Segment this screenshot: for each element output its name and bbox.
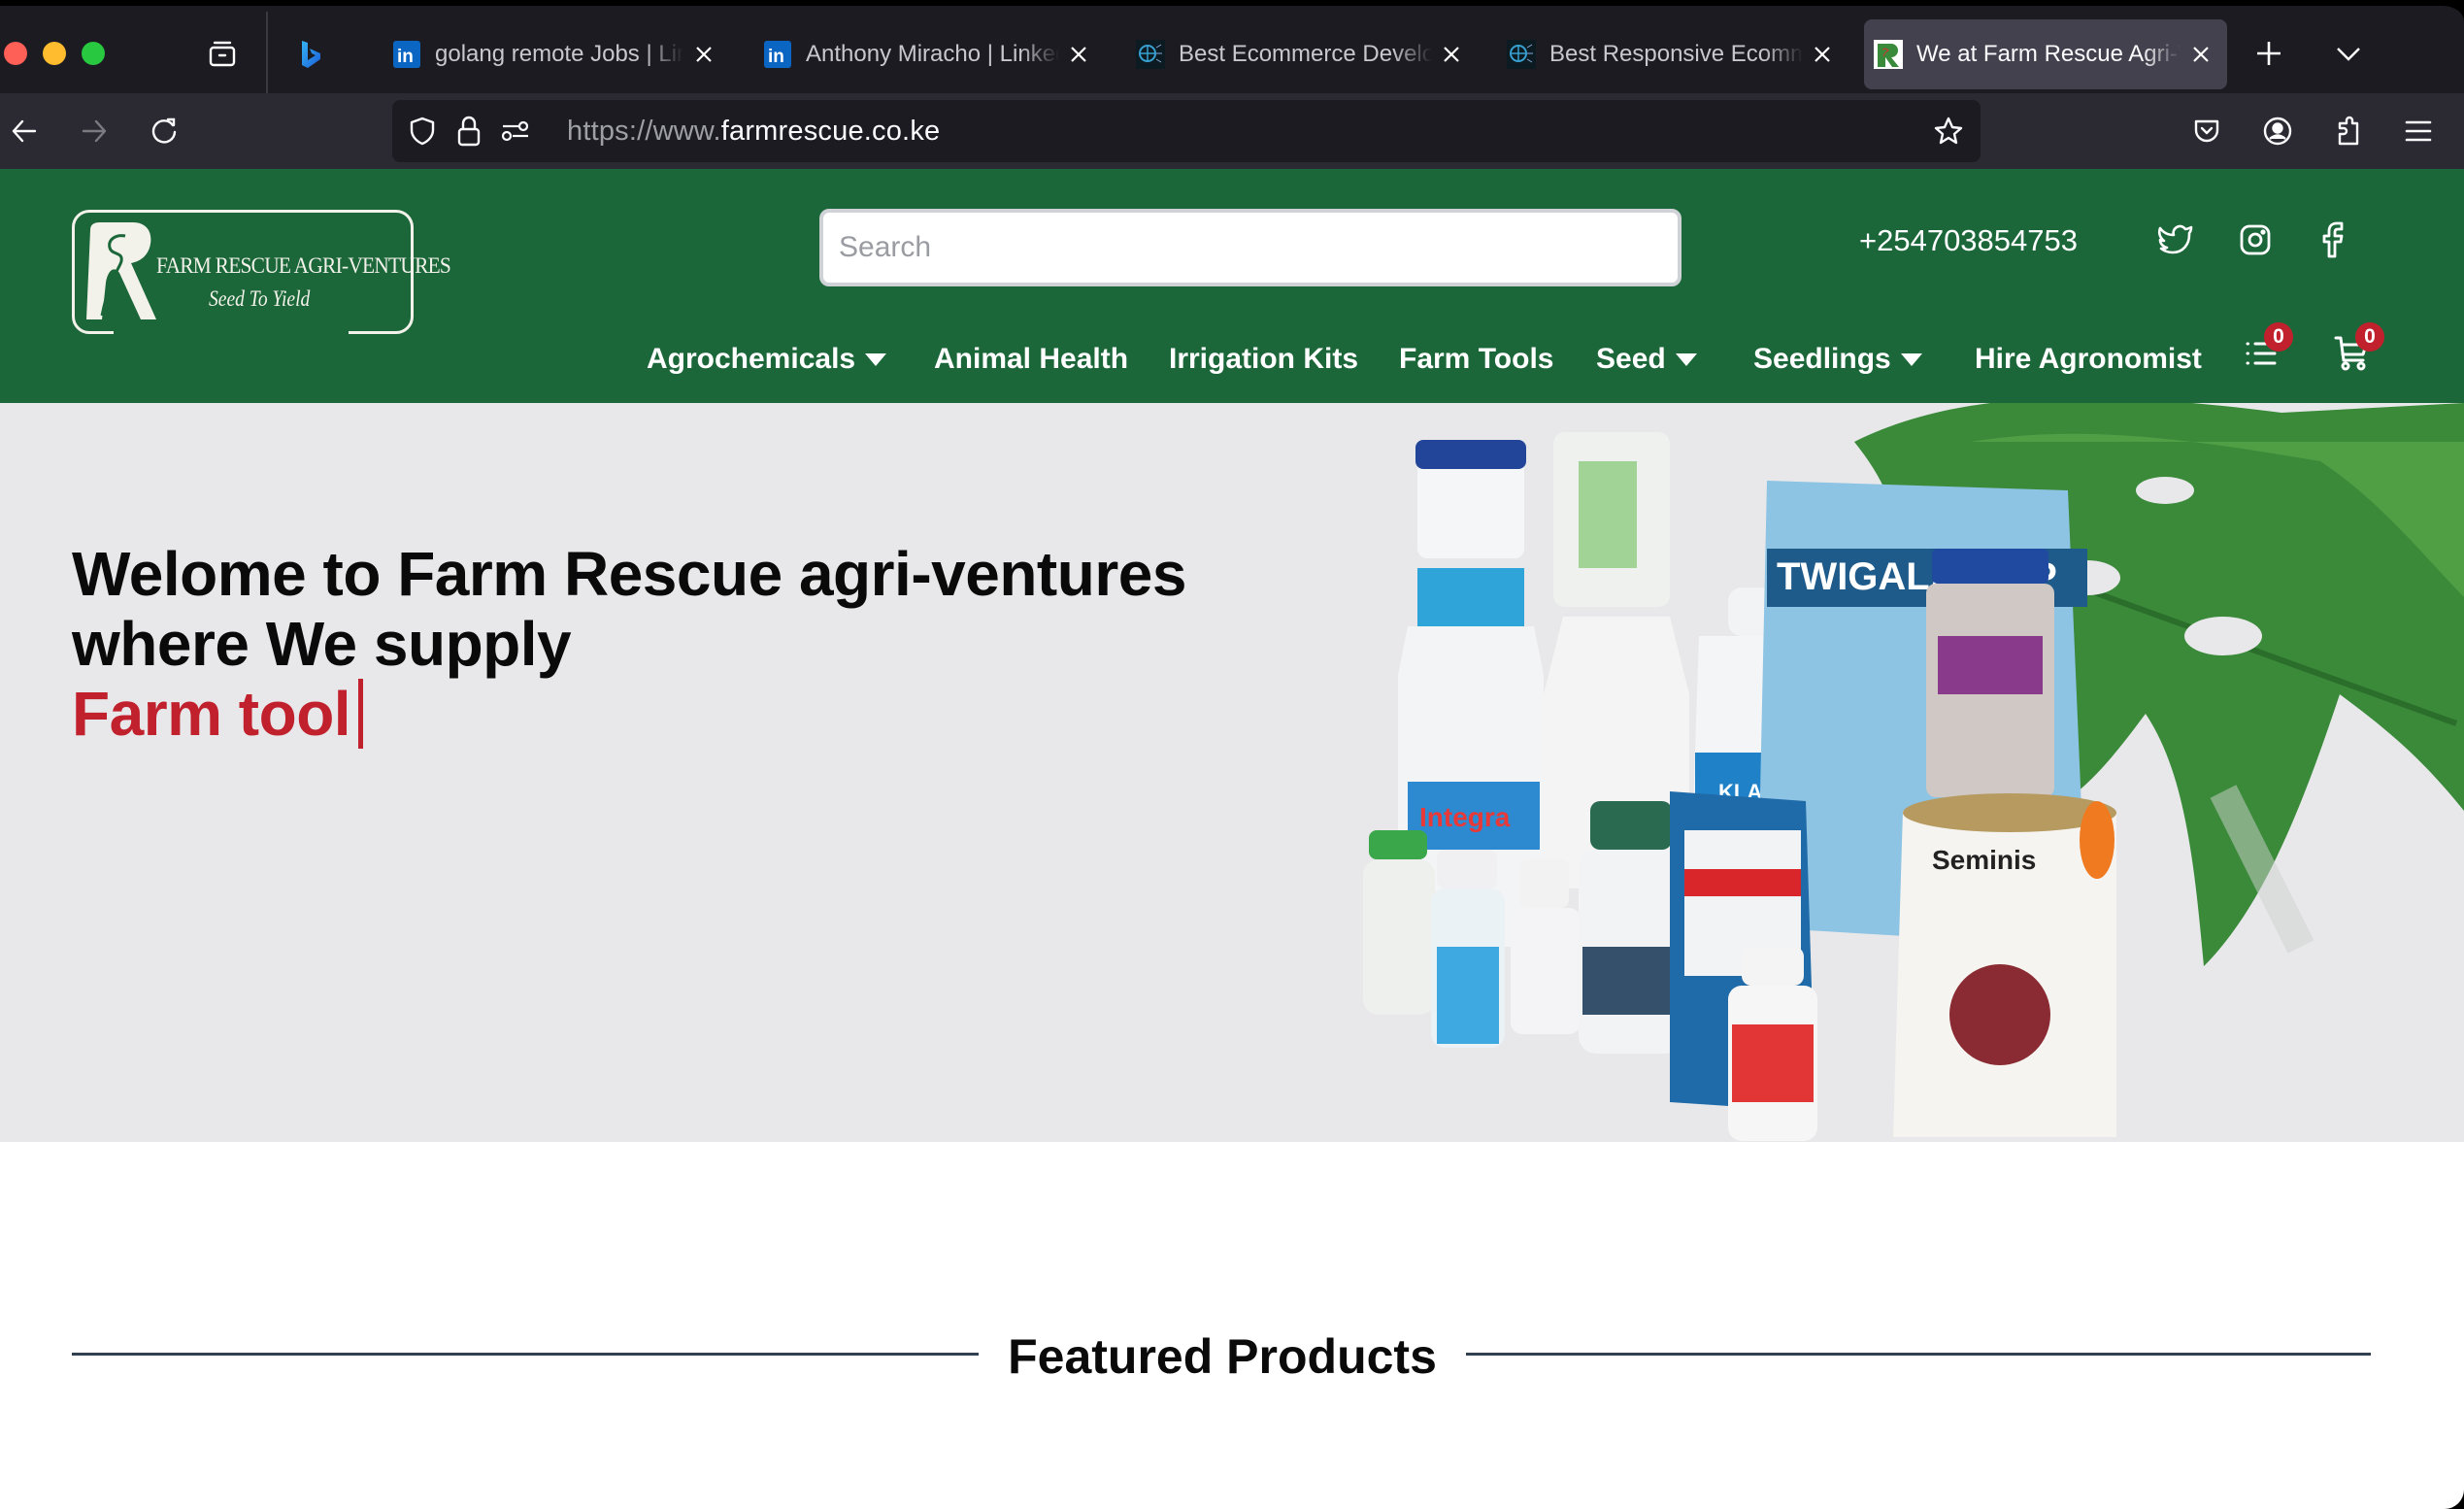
svg-text:in: in [397,47,414,67]
close-tab-icon[interactable] [1442,44,1462,65]
featured-products-heading: Featured Products [0,1328,2445,1385]
url-prefix: https://www. [567,116,721,147]
svg-text:Seminis: Seminis [1932,845,2036,875]
product-bottles: Integra KLASSIC 5%EC TWIGALAX WP [1363,432,2116,1141]
hero-heading-line-2: where We supply [72,609,572,679]
tab-title: We at Farm Rescue Agri-Ventures [1916,41,2181,68]
instagram-icon[interactable] [2235,219,2276,260]
logo-name: FARM RESCUE AGRI-VENTURES [156,253,451,278]
browser-tab-active[interactable]: We at Farm Rescue Agri-Ventures [1864,19,2227,89]
close-tab-icon[interactable] [693,44,715,65]
lock-icon[interactable] [452,115,485,148]
window-zoom-button[interactable] [82,42,105,65]
close-tab-icon[interactable] [1069,44,1089,65]
tab-title: Anthony Miracho | LinkedIn [806,41,1059,68]
wishlist-count-badge: 0 [2264,322,2293,352]
nav-label: Irrigation Kits [1169,343,1359,375]
hero-heading: Welome to Farm Rescue agri-ventures wher… [72,539,1186,679]
nav-label: Seed [1596,343,1666,375]
site-header: FARM RESCUE AGRI-VENTURES Seed To Yield … [0,169,2464,403]
nav-label: Hire Agronomist [1975,343,2202,375]
nav-label: Agrochemicals [647,343,856,375]
tab-title: Best Responsive Ecommerce [1549,41,1803,68]
bookmark-star-icon[interactable] [1932,115,1965,148]
logo-tagline: Seed To Yield [209,286,311,311]
new-tab-button[interactable] [2250,35,2287,72]
reload-button[interactable] [146,113,183,150]
phone-number[interactable]: +254703854753 [1859,223,2078,258]
account-icon[interactable] [2259,113,2296,150]
nav-label: Seedlings [1753,343,1891,375]
nav-item-irrigation-kits[interactable]: Irrigation Kits [1169,340,1358,379]
forward-button[interactable] [76,113,113,150]
facebook-icon[interactable] [2313,219,2353,260]
hero-heading-line-1: Welome to Farm Rescue agri-ventures [72,539,1186,609]
list-tabs-chevron-down-icon[interactable] [2330,35,2367,72]
twitter-icon[interactable] [2155,219,2196,260]
nav-item-hire-agronomist[interactable]: Hire Agronomist [1975,340,2202,379]
browser-tab[interactable]: in golang remote Jobs | LinkedIn [383,19,728,89]
nav-item-animal-health[interactable]: Animal Health [934,340,1128,379]
search-input[interactable] [819,209,1682,286]
globe-brand-icon [1136,40,1165,69]
shield-icon[interactable] [406,115,439,148]
tab-separator [266,12,268,97]
globe-brand-icon [1507,40,1536,69]
nav-item-seedlings[interactable]: Seedlings [1753,340,1922,379]
browser-tab[interactable]: Best Responsive Ecommerce [1497,19,1843,89]
svg-text:Integra: Integra [1419,802,1511,832]
app-menu-hamburger-icon[interactable] [2400,113,2437,150]
site-logo[interactable]: FARM RESCUE AGRI-VENTURES Seed To Yield [72,210,451,335]
featured-products-section: Featured Products [0,1315,2464,1392]
browser-tab-bar: in golang remote Jobs | LinkedIn in Anth… [0,0,2464,97]
nav-label: Farm Tools [1399,343,1554,375]
web-page: FARM RESCUE AGRI-VENTURES Seed To Yield … [0,169,2464,1509]
nav-label: Animal Health [934,343,1129,375]
hero-typed-text: Farm tool [72,679,364,749]
caret-down-icon [865,352,887,366]
hero-product-image: Integra KLASSIC 5%EC TWIGALAX WP [1363,403,2464,1141]
logo-r-icon [86,222,156,319]
nav-item-agrochemicals[interactable]: Agrochemicals [647,340,887,379]
logo-border-gap [114,329,349,335]
browser-tab[interactable]: Best Ecommerce Developer [1126,19,1472,89]
linkedin-icon: in [763,40,792,69]
tab-overview-icon[interactable] [204,35,241,72]
cart-count-badge: 0 [2355,322,2384,352]
close-tab-icon[interactable] [2190,44,2212,65]
caret-down-icon [1675,352,1697,366]
extensions-puzzle-icon[interactable] [2330,113,2367,150]
close-tab-icon[interactable] [1813,44,1833,65]
bing-icon[interactable] [293,37,328,72]
url-domain: farmrescue.co.ke [720,116,941,147]
window-minimize-button[interactable] [43,42,66,65]
back-button[interactable] [6,113,43,150]
tab-title: golang remote Jobs | LinkedIn [435,41,683,68]
browser-tab[interactable]: in Anthony Miracho | LinkedIn [753,19,1099,89]
browser-toolbar: https://www.farmrescue.co.ke [0,93,2464,169]
linkedin-icon: in [392,40,421,69]
window-close-button[interactable] [4,42,27,65]
pocket-icon[interactable] [2188,113,2225,150]
hero-section: Welome to Farm Rescue agri-ventures wher… [0,403,2464,1142]
svg-text:in: in [768,47,784,67]
address-bar[interactable]: https://www.farmrescue.co.ke [392,100,1981,162]
farm-rescue-icon [1874,40,1903,69]
nav-item-seed[interactable]: Seed [1596,340,1697,379]
typing-cursor [358,679,364,749]
nav-item-farm-tools[interactable]: Farm Tools [1399,340,1553,379]
tab-title: Best Ecommerce Developer [1179,41,1432,68]
permissions-icon[interactable] [499,115,532,148]
typed-word: Farm tool [72,679,351,749]
url-text[interactable]: https://www.farmrescue.co.ke [567,116,940,148]
featured-products-title: Featured Products [979,1329,1466,1384]
caret-down-icon [1900,352,1922,366]
